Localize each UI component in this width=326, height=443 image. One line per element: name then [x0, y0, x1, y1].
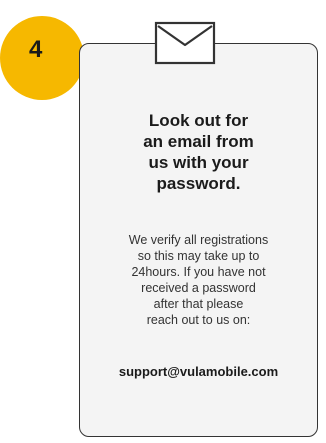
card-body-line: 24hours. If you have not	[131, 265, 266, 279]
card-body-line: so this may take up to	[137, 249, 260, 263]
card-title: Look out for an email from us with your …	[79, 110, 318, 194]
support-email: support@vulamobile.com	[118, 364, 279, 379]
card-body-line: reach out to us on:	[146, 313, 251, 327]
card-title-line: Look out for	[148, 111, 249, 130]
card-body-text: We verify all registrations so this may …	[79, 232, 318, 328]
envelope-icon	[154, 21, 216, 65]
card-title-line: password.	[156, 174, 241, 193]
card-title-line: us with your	[148, 153, 249, 172]
card-body-line: after that please	[153, 297, 244, 311]
card-body-line: received a password	[141, 281, 256, 295]
card-title-line: an email from	[143, 132, 254, 151]
step-number: 4	[29, 36, 43, 63]
card-body-line: We verify all registrations	[128, 233, 269, 247]
